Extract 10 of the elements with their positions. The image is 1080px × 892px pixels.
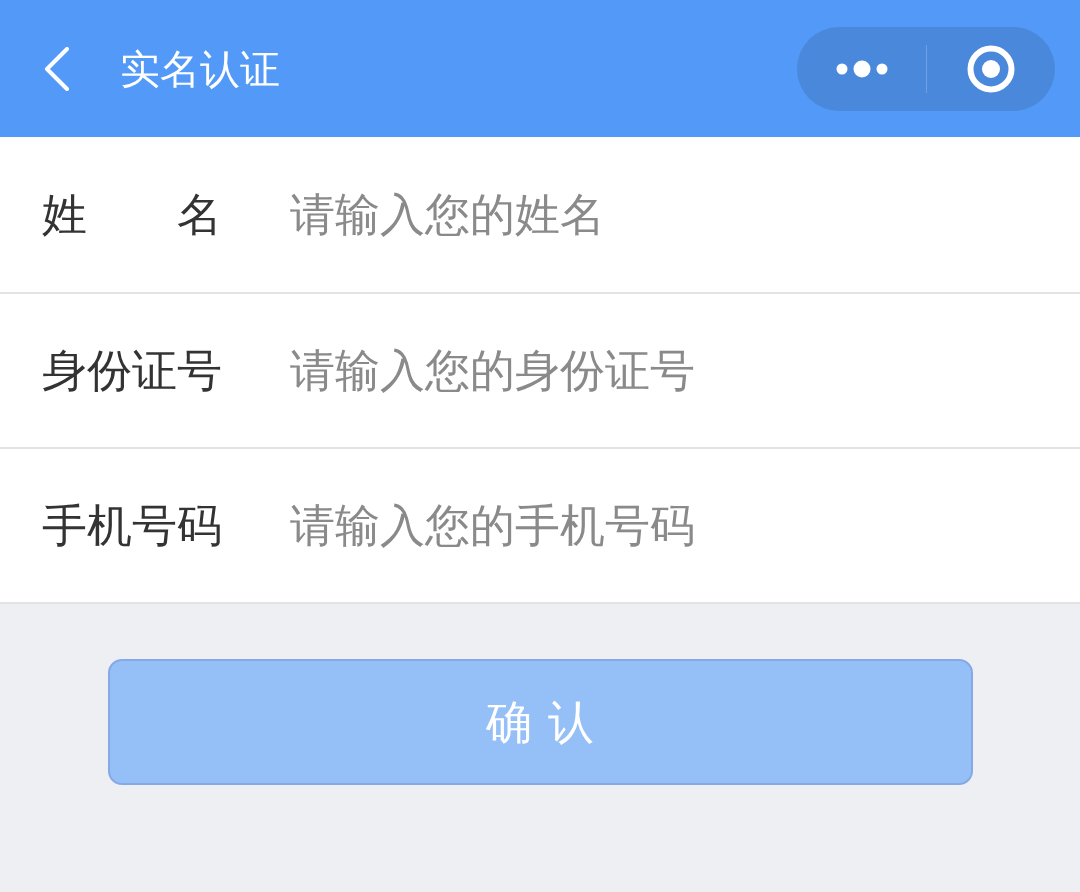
input-field[interactable]: 请输入您的身份证号 — [290, 330, 1060, 411]
field-label: 手机号码 — [42, 503, 223, 548]
page-title: 实名认证 — [120, 48, 280, 89]
circle-dot-icon[interactable] — [967, 44, 1015, 93]
back-icon[interactable] — [44, 46, 70, 91]
more-icon[interactable] — [834, 59, 889, 78]
field-label: 姓 名 — [42, 192, 223, 237]
input-field[interactable]: 请输入您的手机号码 — [290, 485, 1060, 566]
field-label: 身份证号 — [42, 348, 223, 393]
input-field[interactable]: 请输入您的姓名 — [290, 174, 1060, 255]
